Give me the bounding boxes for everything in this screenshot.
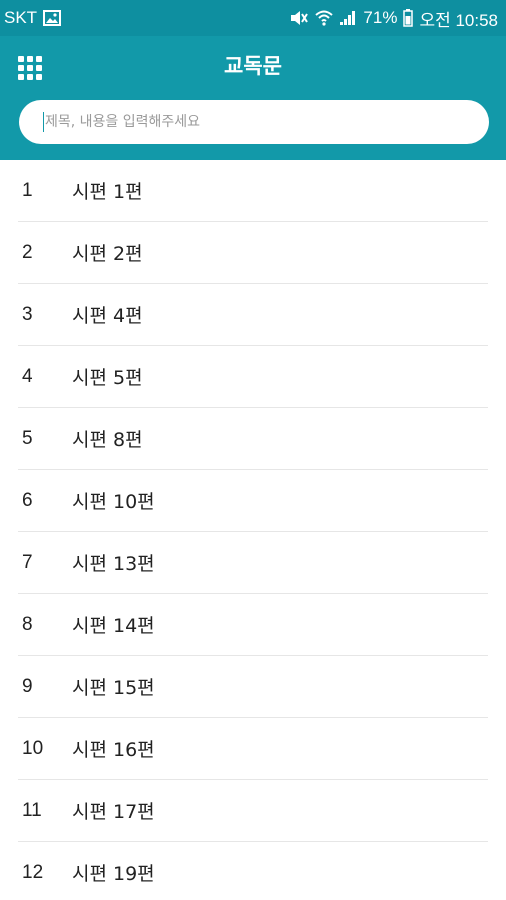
list-item[interactable]: 9 시편 15편 xyxy=(18,656,488,718)
item-number: 5 xyxy=(22,427,33,449)
item-number: 6 xyxy=(22,489,33,511)
list-item[interactable]: 7 시편 13편 xyxy=(18,532,488,594)
responsive-reading-list: 1 시편 1편 2 시편 2편 3 시편 4편 4 시편 5편 5 시편 8편 … xyxy=(0,160,506,900)
page-title: 교독문 xyxy=(224,54,282,78)
item-title: 시편 16편 xyxy=(72,739,155,761)
item-number: 10 xyxy=(22,737,44,759)
list-item[interactable]: 2 시편 2편 xyxy=(18,222,488,284)
list-item[interactable]: 12 시편 19편 xyxy=(18,842,488,900)
item-number: 2 xyxy=(22,241,33,263)
item-title: 시편 8편 xyxy=(72,429,143,451)
list-item[interactable]: 10 시편 16편 xyxy=(18,718,488,780)
item-number: 7 xyxy=(22,551,33,573)
item-number: 8 xyxy=(22,613,33,635)
signal-icon xyxy=(339,10,357,26)
list-item[interactable]: 4 시편 5편 xyxy=(18,346,488,408)
item-number: 3 xyxy=(22,303,33,325)
list-item[interactable]: 5 시편 8편 xyxy=(18,408,488,470)
battery-percent: 71% xyxy=(363,8,398,27)
mute-icon xyxy=(289,9,309,27)
item-title: 시편 15편 xyxy=(72,677,155,699)
status-bar-left: SKT xyxy=(4,8,62,28)
item-title: 시편 4편 xyxy=(72,305,143,327)
list-item[interactable]: 11 시편 17편 xyxy=(18,780,488,842)
gallery-notification-icon xyxy=(43,10,62,26)
status-bar-right: 71% 오전 10:58 xyxy=(289,6,498,31)
text-cursor xyxy=(43,112,44,132)
item-title: 시편 13편 xyxy=(72,553,155,575)
battery-icon xyxy=(403,9,414,27)
item-title: 시편 19편 xyxy=(72,863,155,885)
item-title: 시편 14편 xyxy=(72,615,155,637)
list-item[interactable]: 3 시편 4편 xyxy=(18,284,488,346)
item-number: 12 xyxy=(22,861,44,883)
wifi-icon xyxy=(315,10,334,26)
app-header: 교독문 xyxy=(0,36,506,160)
item-number: 11 xyxy=(22,799,42,821)
list-item[interactable]: 6 시편 10편 xyxy=(18,470,488,532)
item-number: 1 xyxy=(22,179,33,201)
item-number: 9 xyxy=(22,675,33,697)
list-item[interactable]: 8 시편 14편 xyxy=(18,594,488,656)
clock: 오전 10:58 xyxy=(419,10,498,30)
item-title: 시편 2편 xyxy=(72,243,143,265)
status-bar: SKT 71% 오전 10:58 xyxy=(0,0,506,36)
list-item[interactable]: 1 시편 1편 xyxy=(18,160,488,222)
item-title: 시편 17편 xyxy=(72,801,155,823)
search-input[interactable] xyxy=(19,100,489,144)
item-title: 시편 1편 xyxy=(72,181,143,203)
item-title: 시편 10편 xyxy=(72,491,155,513)
item-title: 시편 5편 xyxy=(72,367,143,389)
item-number: 4 xyxy=(22,365,33,387)
carrier-label: SKT xyxy=(4,8,38,27)
